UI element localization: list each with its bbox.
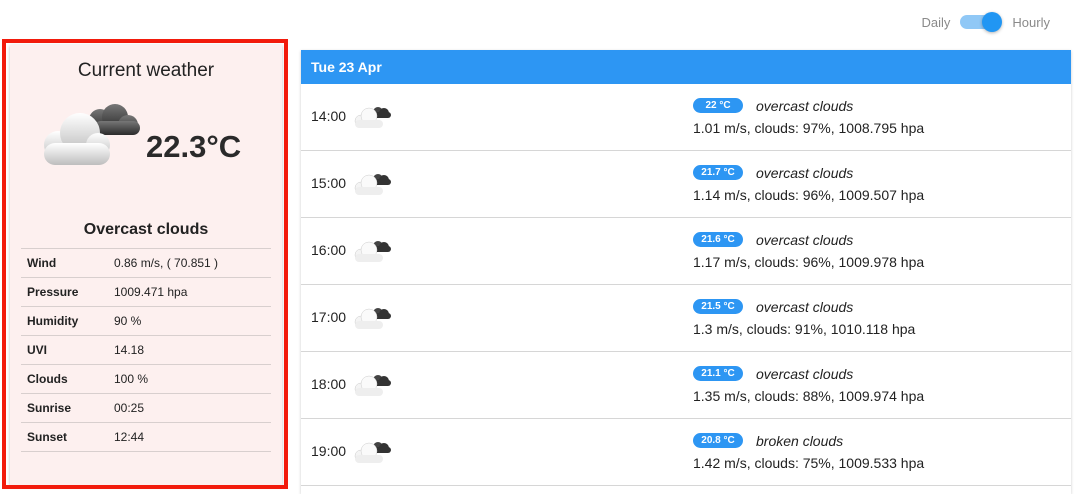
daily-hourly-switch[interactable]: [960, 12, 1003, 32]
hourly-forecast-panel: Tue 23 Apr 14:00 22 °C overcast clouds 1…: [301, 50, 1071, 494]
broken-clouds-icon: [354, 442, 391, 463]
list-item: 15:00 21.7 °C overcast clouds 1.14 m/s, …: [301, 151, 1071, 218]
day-header: Tue 23 Apr: [301, 50, 1071, 84]
temperature-badge: 21.7 °C: [693, 165, 743, 180]
hour-time: 19:00: [311, 443, 347, 459]
temperature-badge: 20.8 °C: [693, 433, 743, 448]
temperature-badge: 22 °C: [693, 98, 743, 113]
hour-time: 15:00: [311, 175, 347, 191]
overcast-clouds-icon: [354, 107, 391, 128]
temperature-badge: 21.1 °C: [693, 366, 743, 381]
hour-details: 1.42 m/s, clouds: 75%, 1009.533 hpa: [693, 455, 925, 471]
selection-highlight: [2, 39, 288, 489]
hour-description: broken clouds: [756, 433, 844, 449]
hour-description: overcast clouds: [756, 366, 854, 382]
hour-description: overcast clouds: [756, 165, 854, 181]
hour-details: 1.01 m/s, clouds: 97%, 1008.795 hpa: [693, 120, 925, 136]
list-item: 19:00 20.8 °C broken clouds 1.42 m/s, cl…: [301, 419, 1071, 486]
temperature-badge: 21.5 °C: [693, 299, 743, 314]
hour-description: overcast clouds: [756, 98, 854, 114]
hour-description: overcast clouds: [756, 232, 854, 248]
hour-time: 14:00: [311, 108, 347, 124]
overcast-clouds-icon: [354, 174, 391, 195]
list-item: 16:00 21.6 °C overcast clouds 1.17 m/s, …: [301, 218, 1071, 285]
hour-time: 17:00: [311, 309, 347, 325]
hour-details: 1.17 m/s, clouds: 96%, 1009.978 hpa: [693, 254, 925, 270]
temperature-badge: 21.6 °C: [693, 232, 743, 247]
hour-details: 1.3 m/s, clouds: 91%, 1010.118 hpa: [693, 321, 916, 337]
hour-details: 1.14 m/s, clouds: 96%, 1009.507 hpa: [693, 187, 925, 203]
view-toggle: Daily Hourly: [922, 10, 1050, 34]
list-item: 14:00 22 °C overcast clouds 1.01 m/s, cl…: [301, 84, 1071, 151]
hour-time: 18:00: [311, 376, 347, 392]
hourly-label[interactable]: Hourly: [1012, 15, 1050, 30]
list-item: 17:00 21.5 °C overcast clouds 1.3 m/s, c…: [301, 285, 1071, 352]
hour-description: overcast clouds: [756, 299, 854, 315]
switch-knob[interactable]: [982, 12, 1003, 32]
overcast-clouds-icon: [354, 308, 391, 329]
daily-label[interactable]: Daily: [922, 15, 951, 30]
list-item: 18:00 21.1 °C overcast clouds 1.35 m/s, …: [301, 352, 1071, 419]
overcast-clouds-icon: [354, 375, 391, 396]
hour-details: 1.35 m/s, clouds: 88%, 1009.974 hpa: [693, 388, 925, 404]
overcast-clouds-icon: [354, 241, 391, 262]
hour-time: 16:00: [311, 242, 347, 258]
